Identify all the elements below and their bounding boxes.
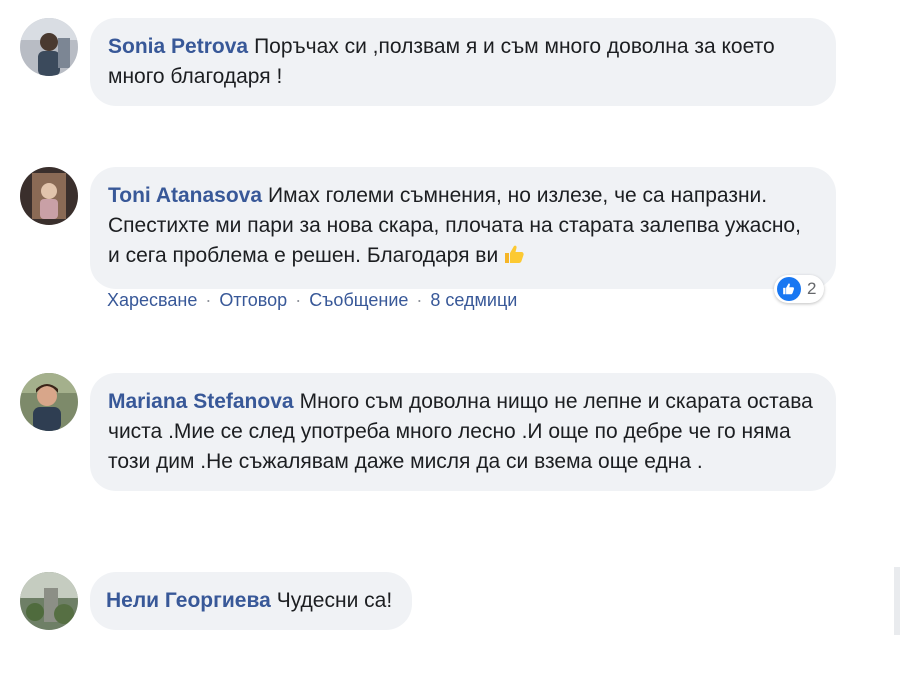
message-link[interactable]: Съобщение: [309, 290, 408, 311]
avatar[interactable]: [20, 167, 78, 225]
comment: Mariana Stefanova Много съм доволна нищо …: [20, 373, 836, 491]
separator: ·: [295, 290, 302, 310]
author-name[interactable]: Mariana Stefanova: [108, 390, 294, 413]
comment-bubble: Нели Георгиева Чудесни са!: [90, 572, 413, 630]
comment-bubble: Mariana Stefanova Много съм доволна нищо …: [90, 373, 836, 491]
comment: Sonia Petrova Поръчах си ,ползвам я и съм…: [20, 18, 836, 106]
timestamp-link[interactable]: 8 седмици: [430, 290, 517, 311]
separator: ·: [416, 290, 423, 310]
author-name[interactable]: Toni Atanasova: [108, 184, 262, 207]
scrollbar[interactable]: [894, 567, 900, 635]
comment-bubble: Toni Atanasova Имах големи съмнения, но и…: [90, 167, 836, 289]
author-name[interactable]: Sonia Petrova: [108, 35, 248, 58]
avatar[interactable]: [20, 18, 78, 76]
separator: ·: [205, 290, 212, 310]
avatar[interactable]: [20, 373, 78, 431]
comment-bubble: Sonia Petrova Поръчах си ,ползвам я и съм…: [90, 18, 836, 106]
comment-text: Чудесни са!: [276, 589, 393, 612]
like-reaction-icon: [777, 277, 801, 301]
thumbs-up-icon: [502, 242, 526, 275]
reaction-badge[interactable]: 2: [774, 275, 825, 303]
author-name[interactable]: Нели Георгиева: [106, 589, 271, 612]
like-link[interactable]: Харесване: [107, 290, 197, 311]
avatar[interactable]: [20, 572, 78, 630]
comment: Нели Георгиева Чудесни са!: [20, 572, 413, 630]
reaction-count: 2: [807, 279, 817, 298]
comments-feed: Sonia Petrova Поръчах си ,ползвам я и съм…: [0, 0, 900, 700]
comment-actions: Харесване · Отговор · Съобщение · 8 седм…: [107, 290, 517, 311]
reply-link[interactable]: Отговор: [219, 290, 287, 311]
comment: Toni Atanasova Имах големи съмнения, но и…: [20, 167, 836, 289]
